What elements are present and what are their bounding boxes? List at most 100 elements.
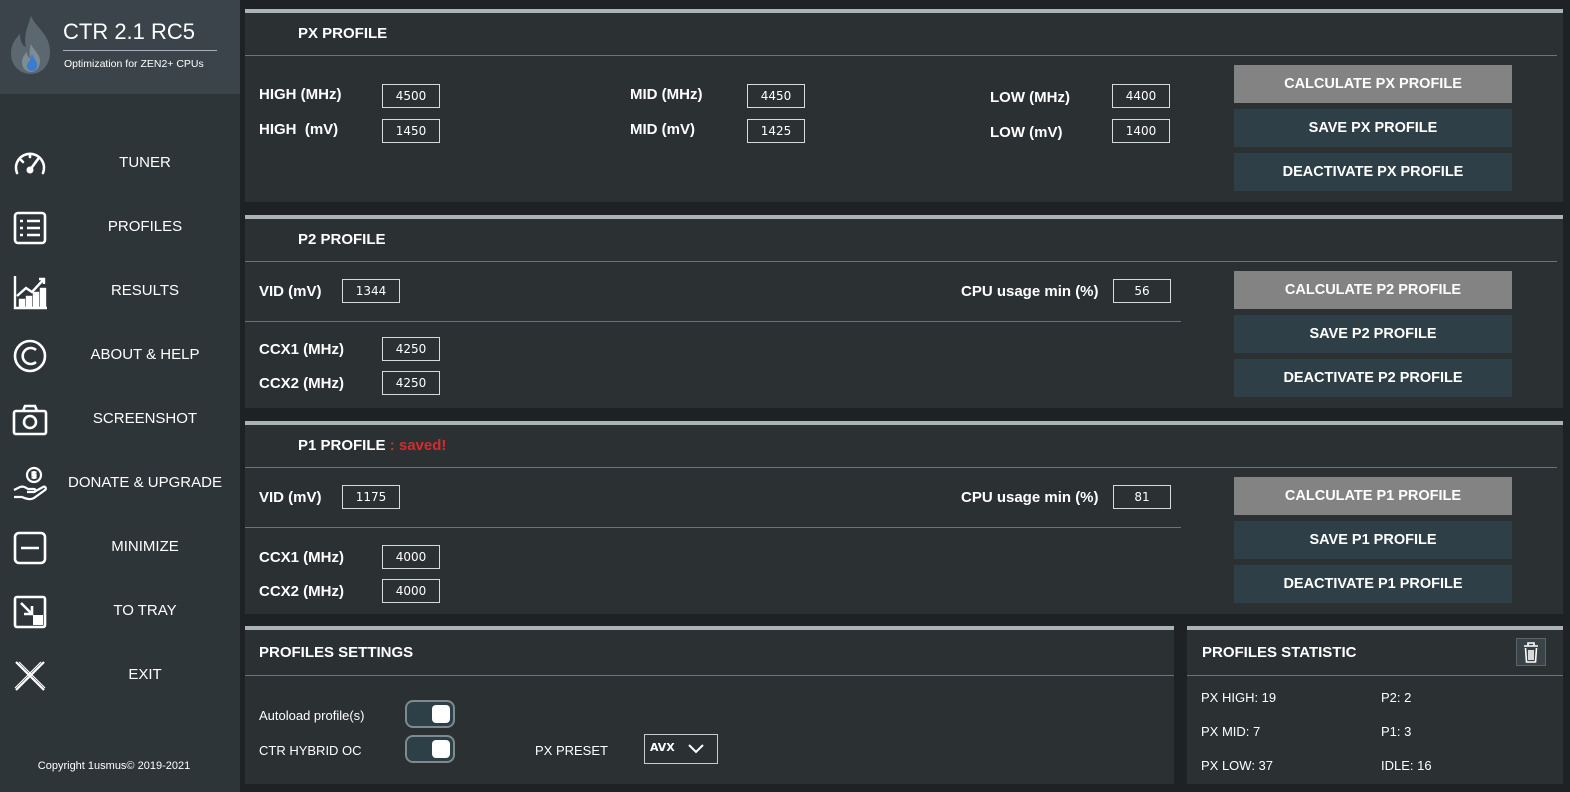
mid-mv-label: MID (mV) bbox=[630, 121, 695, 138]
divider bbox=[1187, 675, 1563, 676]
px-preset-label: PX PRESET bbox=[535, 743, 608, 758]
hybrid-oc-toggle[interactable] bbox=[405, 735, 455, 763]
high-mhz-input[interactable]: 4500 bbox=[382, 84, 440, 108]
autoload-toggle[interactable] bbox=[405, 700, 455, 728]
mid-mv-input[interactable]: 1425 bbox=[747, 119, 805, 143]
low-mhz-input[interactable]: 4400 bbox=[1112, 84, 1170, 108]
divider bbox=[245, 261, 1557, 262]
list-icon bbox=[13, 211, 47, 245]
toggle-knob bbox=[432, 740, 450, 758]
camera-icon bbox=[12, 404, 48, 436]
donate-icon bbox=[13, 466, 47, 501]
sidebar-item-tuner[interactable]: TUNER bbox=[0, 134, 240, 194]
low-mv-input[interactable]: 1400 bbox=[1112, 119, 1170, 143]
autoload-label: Autoload profile(s) bbox=[259, 708, 365, 723]
hybrid-oc-label: CTR HYBRID OC bbox=[259, 743, 362, 758]
cpu-usage-input[interactable]: 81 bbox=[1113, 485, 1171, 509]
app-subtitle: Optimization for ZEN2+ CPUs bbox=[64, 58, 204, 70]
stat-px-mid: PX MID: 7 bbox=[1201, 724, 1261, 739]
sidebar-item-screenshot[interactable]: SCREENSHOT bbox=[0, 390, 240, 450]
panel-title: PX PROFILE bbox=[298, 25, 388, 42]
flame-logo-icon bbox=[11, 16, 50, 74]
save-p1-profile-button[interactable]: SAVE P1 PROFILE bbox=[1234, 521, 1512, 559]
sidebar-item-label: PROFILES bbox=[107, 218, 183, 235]
low-mv-label: LOW (mV) bbox=[990, 124, 1063, 141]
stat-p2: P2: 2 bbox=[1381, 690, 1412, 705]
ccx2-input[interactable]: 4250 bbox=[382, 371, 440, 395]
sidebar-item-profiles[interactable]: PROFILES bbox=[0, 198, 240, 258]
vid-input[interactable]: 1344 bbox=[342, 279, 400, 303]
tray-icon bbox=[13, 595, 47, 629]
copyright-text: Copyright 1usmus© 2019-2021 bbox=[37, 760, 191, 772]
px-preset-select[interactable]: AVX bbox=[644, 734, 718, 764]
high-mv-input[interactable]: 1450 bbox=[382, 119, 440, 143]
divider bbox=[245, 527, 1181, 528]
panel-title: PROFILES SETTINGS bbox=[259, 644, 414, 661]
px-preset-value: AVX bbox=[650, 741, 675, 754]
sidebar-item-donate[interactable]: DONATE & UPGRADE bbox=[0, 454, 240, 514]
sidebar-item-results[interactable]: RESULTS bbox=[0, 262, 240, 322]
trash-icon bbox=[1524, 642, 1538, 663]
panel-title: PROFILES STATISTIC bbox=[1202, 644, 1357, 661]
vid-label: VID (mV) bbox=[259, 283, 322, 300]
toggle-knob bbox=[432, 705, 450, 723]
mid-mhz-label: MID (MHz) bbox=[630, 86, 703, 103]
panel-title-text: P1 PROFILE bbox=[298, 437, 386, 454]
stat-px-low: PX LOW: 37 bbox=[1201, 758, 1274, 773]
clear-statistics-button[interactable] bbox=[1516, 638, 1546, 666]
px-profile-panel: PX PROFILE HIGH (MHz) 4500 HIGH (mV) 145… bbox=[245, 9, 1563, 202]
ccx1-label: CCX1 (MHz) bbox=[259, 341, 344, 358]
sidebar-item-label: EXIT bbox=[128, 666, 162, 683]
vid-input[interactable]: 1175 bbox=[342, 485, 400, 509]
stat-p1: P1: 3 bbox=[1381, 724, 1412, 739]
close-icon bbox=[14, 661, 46, 691]
sidebar-item-label: DONATE & UPGRADE bbox=[68, 474, 222, 491]
sidebar-item-label: TUNER bbox=[119, 154, 171, 171]
high-mv-label: HIGH (mV) bbox=[259, 121, 339, 138]
mid-mhz-input[interactable]: 4450 bbox=[747, 84, 805, 108]
save-p2-profile-button[interactable]: SAVE P2 PROFILE bbox=[1234, 315, 1512, 353]
deactivate-p2-profile-button[interactable]: DEACTIVATE P2 PROFILE bbox=[1234, 359, 1512, 397]
divider bbox=[245, 321, 1181, 322]
deactivate-px-profile-button[interactable]: DEACTIVATE PX PROFILE bbox=[1234, 153, 1512, 191]
logo-area: CTR 2.1 RC5 Optimization for ZEN2+ CPUs bbox=[0, 0, 240, 94]
ccx1-input[interactable]: 4000 bbox=[382, 545, 440, 569]
app-window: CTR 2.1 RC5 Optimization for ZEN2+ CPUs … bbox=[0, 0, 1570, 792]
sidebar-item-label: RESULTS bbox=[110, 282, 180, 299]
sidebar-item-minimize[interactable]: MINIMIZE bbox=[0, 518, 240, 578]
profiles-settings-panel: PROFILES SETTINGS Autoload profile(s) CT… bbox=[245, 626, 1174, 784]
calculate-p2-profile-button[interactable]: CALCULATE P2 PROFILE bbox=[1234, 271, 1512, 309]
save-px-profile-button[interactable]: SAVE PX PROFILE bbox=[1234, 109, 1512, 147]
calculate-px-profile-button[interactable]: CALCULATE PX PROFILE bbox=[1234, 65, 1512, 103]
cpu-usage-label: CPU usage min (%) bbox=[961, 283, 1099, 300]
stat-px-high: PX HIGH: 19 bbox=[1201, 690, 1277, 705]
sidebar-item-label: MINIMIZE bbox=[111, 538, 179, 555]
app-title: CTR 2.1 RC5 bbox=[63, 19, 196, 44]
chevron-down-icon bbox=[688, 744, 704, 754]
saved-status: : saved! bbox=[385, 437, 447, 454]
high-mhz-label: HIGH (MHz) bbox=[259, 86, 342, 103]
p1-profile-panel: P1 PROFILE : saved! VID (mV) 1175 CPU us… bbox=[245, 421, 1563, 614]
title-divider bbox=[63, 50, 217, 51]
ccx2-input[interactable]: 4000 bbox=[382, 579, 440, 603]
ccx2-label: CCX2 (MHz) bbox=[259, 583, 344, 600]
divider bbox=[245, 675, 1174, 676]
copyright-icon bbox=[13, 339, 47, 373]
sidebar-item-exit[interactable]: EXIT bbox=[0, 646, 240, 706]
deactivate-p1-profile-button[interactable]: DEACTIVATE P1 PROFILE bbox=[1234, 565, 1512, 603]
divider bbox=[245, 467, 1557, 468]
sidebar-item-label: ABOUT & HELP bbox=[90, 346, 200, 363]
gauge-icon bbox=[14, 152, 46, 175]
profiles-statistic-panel: PROFILES STATISTIC PX HIGH: 19 PX MID: 7… bbox=[1187, 626, 1563, 784]
cpu-usage-label: CPU usage min (%) bbox=[961, 489, 1099, 506]
sidebar-item-label: TO TRAY bbox=[113, 602, 177, 619]
cpu-usage-input[interactable]: 56 bbox=[1113, 279, 1171, 303]
calculate-p1-profile-button[interactable]: CALCULATE P1 PROFILE bbox=[1234, 477, 1512, 515]
sidebar-item-label: SCREENSHOT bbox=[92, 410, 198, 427]
sidebar-item-about[interactable]: ABOUT & HELP bbox=[0, 326, 240, 386]
vid-label: VID (mV) bbox=[259, 489, 322, 506]
panel-title: P2 PROFILE bbox=[298, 231, 386, 248]
ccx2-label: CCX2 (MHz) bbox=[259, 375, 344, 392]
ccx1-input[interactable]: 4250 bbox=[382, 337, 440, 361]
sidebar-item-tray[interactable]: TO TRAY bbox=[0, 582, 240, 642]
